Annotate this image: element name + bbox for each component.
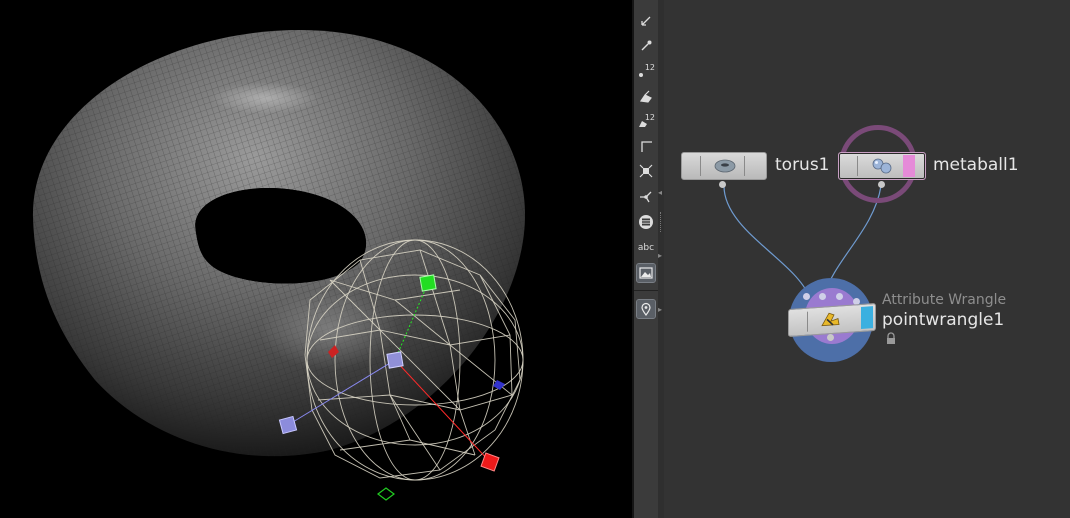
paint-tool-icon[interactable] [637, 87, 655, 105]
select-tool-icon[interactable] [637, 12, 655, 30]
node-torus1[interactable] [681, 152, 767, 188]
text-tool-icon[interactable]: abc [637, 239, 655, 257]
toolbar-divider [634, 290, 658, 291]
torus-icon [714, 159, 736, 173]
handle-tool-icon[interactable] [637, 187, 655, 205]
corner-tool-icon[interactable] [637, 137, 655, 155]
handle-z-axis[interactable] [278, 415, 298, 435]
scene-viewport[interactable] [0, 0, 632, 518]
torus-node-body[interactable] [681, 152, 767, 180]
metaball-display-flag[interactable] [903, 155, 915, 177]
wrangle-input-dot-3[interactable] [836, 293, 843, 300]
node-flag-divider [807, 311, 808, 332]
node-label-pointwrangle1[interactable]: pointwrangle1 [882, 310, 1004, 330]
node-label-metaball1[interactable]: metaball1 [933, 155, 1019, 175]
wrangle-input-dot-2[interactable] [819, 293, 826, 300]
metaball-output-dot[interactable] [878, 181, 885, 188]
snap-tool-icon[interactable] [637, 162, 655, 180]
pin-tool-icon[interactable] [636, 299, 656, 319]
display-options-icon[interactable] [637, 213, 655, 231]
wrangle-display-flag[interactable] [861, 306, 873, 329]
handle-plane-y[interactable] [377, 487, 395, 501]
wire-torus-to-wrangle [723, 185, 810, 297]
node-wires [723, 185, 882, 297]
node-flag-divider [700, 156, 701, 176]
prim-numbers-icon[interactable]: 12 [637, 112, 655, 130]
node-flag-divider [857, 156, 858, 176]
point-numbers-icon[interactable]: 12 [637, 62, 655, 80]
torus-output-dot[interactable] [719, 181, 726, 188]
wrangle-input-dot-1[interactable] [803, 293, 810, 300]
wrangle-output-dot[interactable] [827, 334, 834, 341]
lock-icon[interactable] [885, 332, 897, 345]
wrangle-icon [821, 312, 840, 327]
handle-center[interactable] [386, 351, 404, 369]
node-type-pointwrangle1: Attribute Wrangle [882, 292, 1007, 308]
text-tool-label: abc [637, 243, 655, 253]
metaball-node-body[interactable] [838, 152, 926, 180]
brush-tool-icon[interactable] [637, 37, 655, 55]
background-image-icon[interactable] [636, 263, 656, 283]
resize-grip[interactable] [660, 212, 663, 232]
viewport-toolbar: 12 12 abc [634, 0, 658, 518]
handle-y-axis[interactable] [419, 274, 437, 292]
point-numbers-label: 12 [644, 63, 655, 72]
metaball-icon [872, 158, 892, 174]
node-flag-divider-2 [744, 156, 745, 176]
node-metaball1[interactable] [838, 152, 928, 188]
viewport-canvas[interactable] [0, 0, 632, 518]
node-label-torus1[interactable]: torus1 [775, 155, 830, 175]
prim-numbers-label: 12 [644, 113, 655, 122]
network-editor[interactable]: torus1 metaball1 Attribute Wrangle point… [664, 0, 1070, 518]
